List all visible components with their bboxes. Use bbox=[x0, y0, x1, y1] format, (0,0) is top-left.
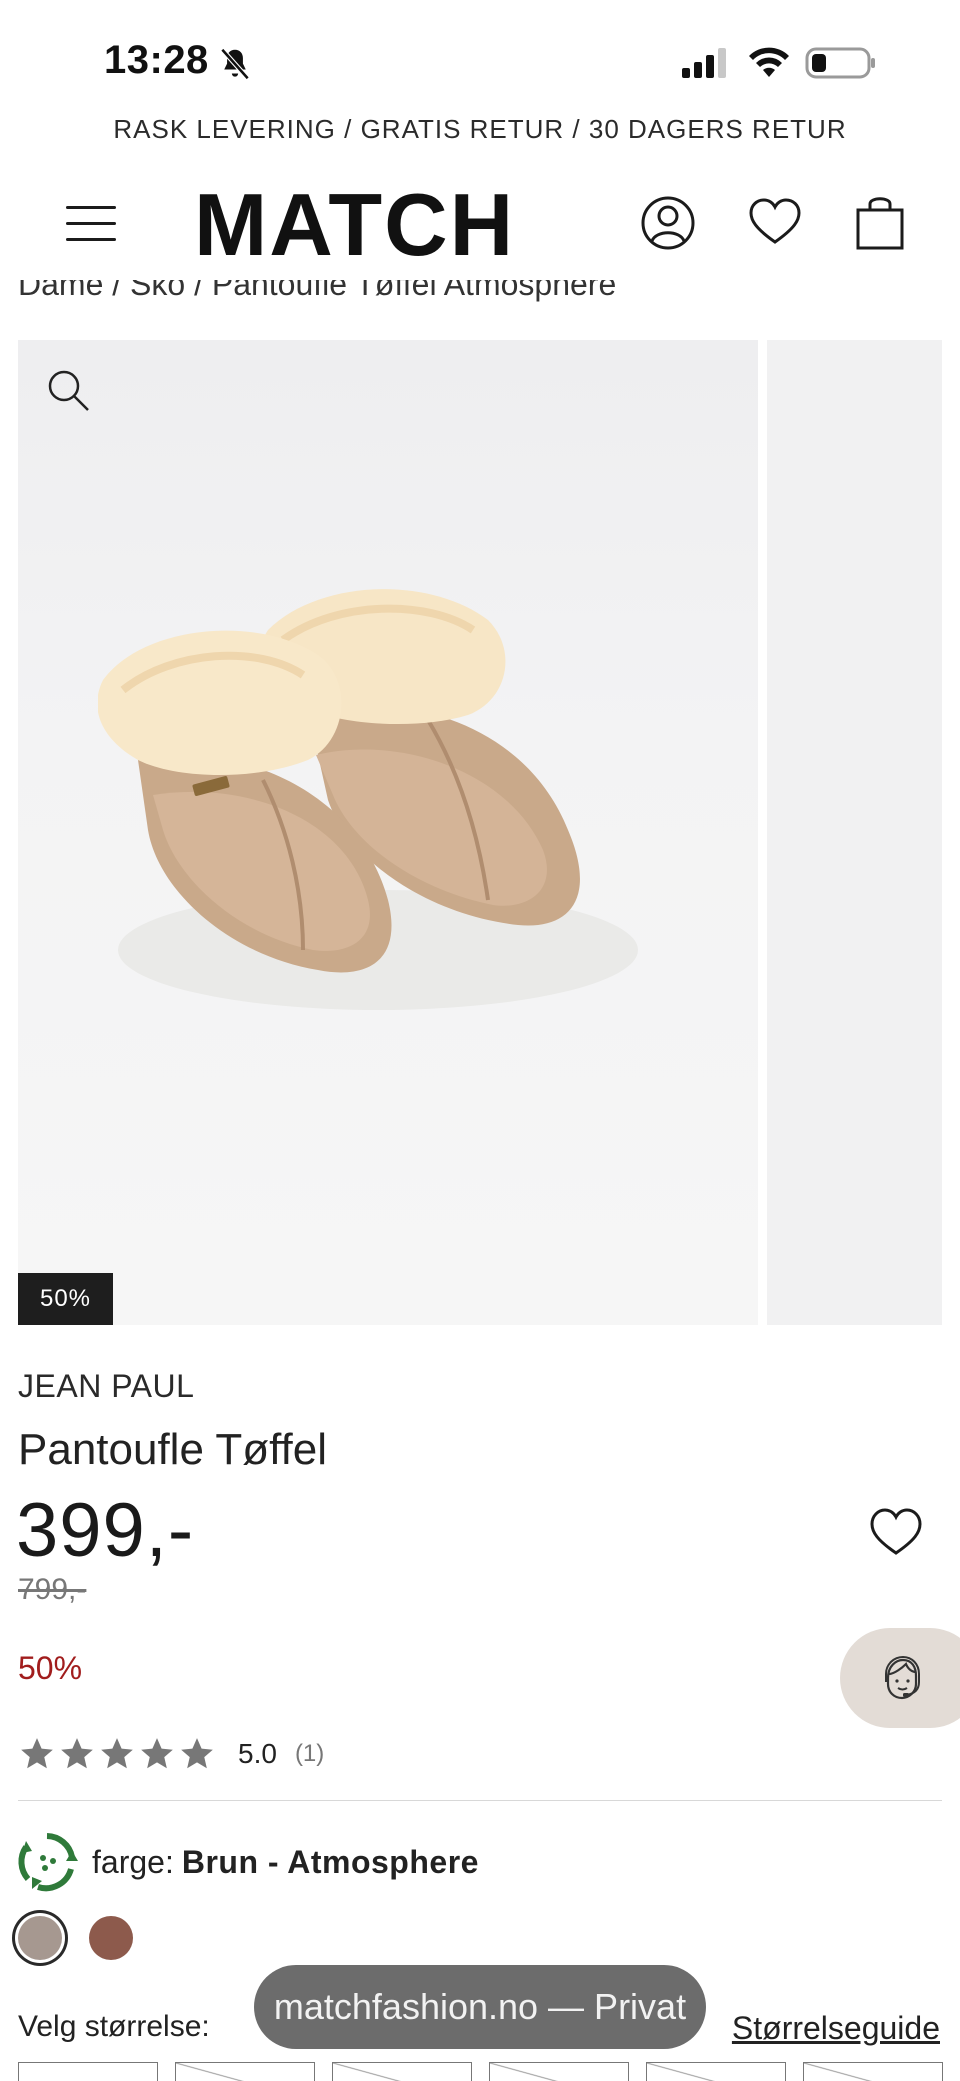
product-image[interactable]: 50% bbox=[18, 340, 758, 1325]
promo-banner: RASK LEVERING / GRATIS RETUR / 30 DAGERS… bbox=[0, 102, 960, 146]
breadcrumb-text[interactable]: Dame / Sko / Pantoufle Tøffel Atmosphere bbox=[18, 280, 616, 303]
slipper-image bbox=[98, 589, 638, 1010]
size-option-unavailable[interactable] bbox=[489, 2062, 629, 2081]
account-icon[interactable] bbox=[638, 192, 698, 254]
next-product-image[interactable] bbox=[767, 340, 942, 1325]
product-rating[interactable]: 5.0 (1) bbox=[18, 1732, 324, 1776]
star-icon bbox=[21, 1738, 53, 1769]
status-time: 13:28 bbox=[104, 38, 209, 82]
wifi-icon bbox=[749, 47, 789, 77]
original-price: 799,- bbox=[18, 1573, 87, 1606]
product-price: 399,- bbox=[16, 1488, 195, 1573]
breadcrumb: Dame / Sko / Pantoufle Tøffel Atmosphere bbox=[0, 280, 960, 304]
size-option[interactable] bbox=[332, 2062, 472, 2081]
site-header: MATCH bbox=[0, 170, 960, 280]
zoom-icon[interactable] bbox=[44, 366, 94, 416]
size-label: Velg størrelse: bbox=[18, 2010, 210, 2043]
star-icon bbox=[61, 1738, 93, 1769]
site-logo[interactable]: MATCH bbox=[194, 180, 534, 270]
color-value: Brun - Atmosphere bbox=[181, 1843, 479, 1880]
size-option-unavailable[interactable] bbox=[175, 2062, 315, 2081]
add-to-wishlist-heart-icon[interactable] bbox=[868, 1506, 924, 1558]
shopping-bag-icon[interactable] bbox=[850, 192, 910, 254]
color-selector: farge: Brun - Atmosphere bbox=[16, 1830, 479, 1894]
product-page: 13:28 RASK LEVERING / GRATIS RETUR / 30 … bbox=[0, 0, 960, 2081]
menu-icon[interactable] bbox=[66, 202, 116, 246]
customer-service-chat-button[interactable] bbox=[840, 1628, 960, 1728]
discount-percentage: 50% bbox=[18, 1650, 83, 1686]
divider bbox=[18, 1800, 942, 1801]
bell-slash-icon bbox=[220, 48, 250, 80]
product-brand[interactable]: JEAN PAUL bbox=[18, 1368, 194, 1405]
browser-url-pill[interactable]: matchfashion.no — Privat bbox=[254, 1965, 706, 2049]
color-swatch-brown[interactable] bbox=[89, 1916, 133, 1960]
discount-tag: 50% bbox=[18, 1273, 113, 1325]
color-swatch-beige-selected[interactable] bbox=[18, 1916, 62, 1960]
heart-icon[interactable] bbox=[745, 192, 805, 254]
size-option-unavailable[interactable] bbox=[646, 2062, 786, 2081]
color-label: farge: bbox=[92, 1843, 174, 1880]
size-guide-link[interactable]: Størrelseguide bbox=[732, 2010, 940, 2047]
rating-score: 5.0 bbox=[238, 1738, 277, 1769]
promo-text: RASK LEVERING / GRATIS RETUR / 30 DAGERS… bbox=[113, 114, 847, 144]
size-option-unavailable[interactable] bbox=[803, 2062, 943, 2081]
star-icon bbox=[141, 1738, 173, 1769]
battery-icon bbox=[805, 47, 875, 79]
star-icon bbox=[101, 1738, 133, 1769]
rating-count: (1) bbox=[294, 1740, 325, 1767]
product-title: Pantoufle Tøffel bbox=[18, 1425, 328, 1474]
support-agent-icon bbox=[885, 1655, 920, 1700]
size-option[interactable] bbox=[18, 2062, 158, 2081]
cellular-signal-icon bbox=[682, 48, 726, 78]
sustainability-icon bbox=[18, 1833, 78, 1892]
star-icon bbox=[181, 1738, 213, 1769]
